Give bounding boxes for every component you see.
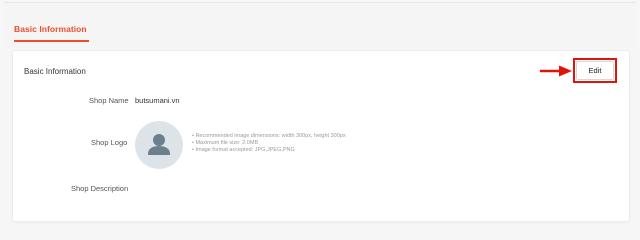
logo-hint-file-size: • Maximum file size: 2.0MB	[192, 140, 259, 146]
edit-button[interactable]: Edit	[576, 61, 614, 80]
logo-hint-dimensions: • Recommended image dimensions: width 30…	[192, 133, 346, 139]
user-silhouette-icon	[148, 134, 170, 155]
card-title: Basic Information	[24, 67, 86, 76]
shop-name-value: butsumani.vn	[135, 96, 180, 105]
shop-name-label: Shop Name	[89, 96, 129, 105]
logo-hint-format: • Image format accepted: JPG,JPEG,PNG	[192, 147, 295, 153]
shop-logo-label: Shop Logo	[91, 138, 128, 147]
tab-basic-information[interactable]: Basic Information	[14, 24, 87, 34]
tab-bar: Basic Information	[4, 2, 636, 47]
shop-description-label: Shop Description	[71, 184, 129, 193]
arrow-right-icon	[540, 65, 572, 77]
logo-requirements: • Recommended image dimensions: width 30…	[192, 133, 346, 154]
shop-logo-avatar[interactable]	[135, 121, 183, 169]
tab-active-underline	[14, 40, 89, 42]
basic-information-card: Basic Information Edit Shop Name butsuma…	[12, 50, 630, 222]
